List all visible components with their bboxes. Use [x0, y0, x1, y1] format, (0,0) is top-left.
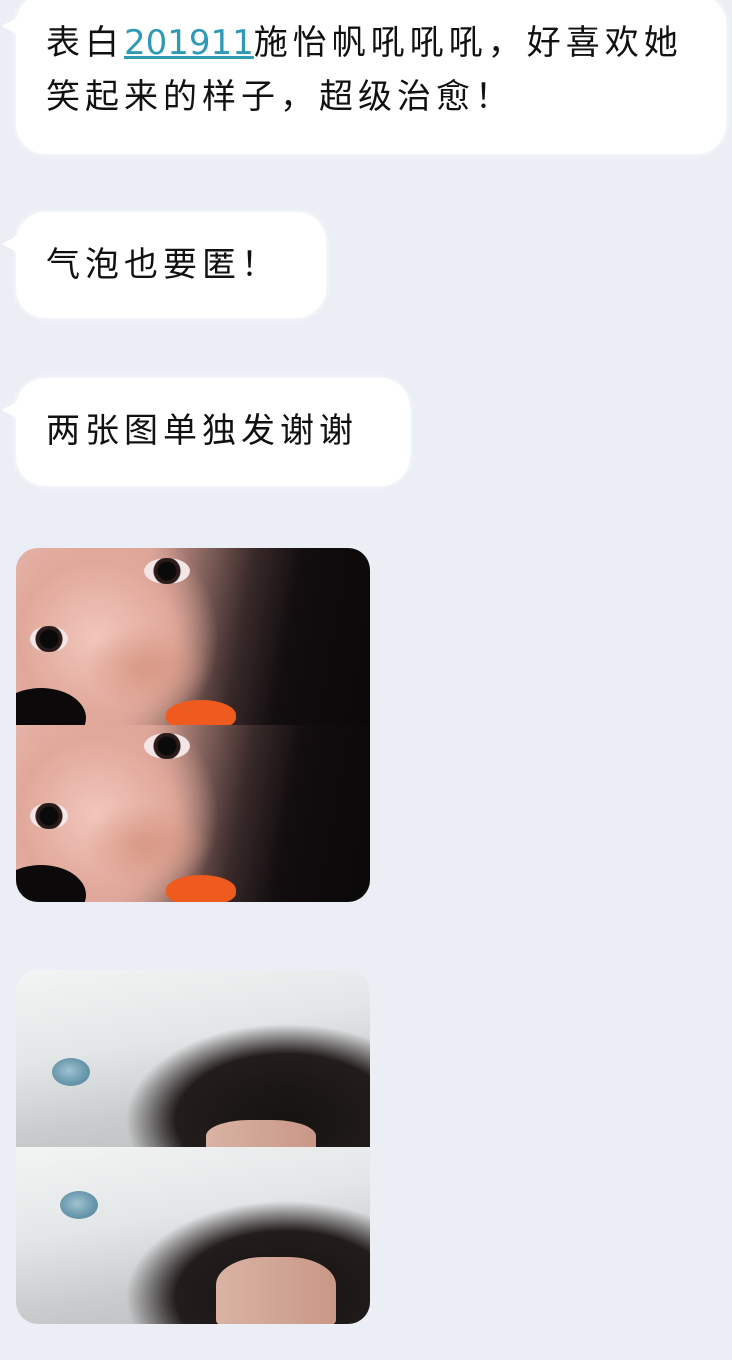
eye-shape	[144, 558, 190, 584]
photo-image	[16, 970, 370, 1147]
message-bubble[interactable]: 气泡也要匿！	[2, 212, 326, 318]
message-text-prefix: 表白	[46, 23, 124, 63]
lips-shape	[166, 700, 236, 725]
image-message-selfie[interactable]	[16, 548, 370, 902]
message-text: 气泡也要匿！	[46, 245, 280, 285]
face-shape	[216, 1257, 336, 1324]
message-link[interactable]: 201911	[124, 23, 254, 63]
knob-shape	[60, 1191, 98, 1219]
eye-shape	[30, 803, 68, 829]
message-bubble[interactable]: 两张图单独发谢谢	[2, 378, 410, 486]
eye-shape	[30, 626, 68, 652]
knob-shape	[52, 1058, 90, 1086]
photo-image	[16, 548, 370, 725]
image-message-bathroom[interactable]	[16, 970, 370, 1324]
photo-image	[16, 1147, 370, 1324]
photo-image	[16, 725, 370, 902]
message-bubble[interactable]: 表白201911施怡帆吼吼吼，好喜欢她笑起来的样子，超级治愈！	[2, 0, 726, 154]
face-shape	[206, 1120, 316, 1147]
hair-shape	[16, 865, 86, 902]
hair-shape	[16, 688, 86, 725]
message-text: 两张图单独发谢谢	[46, 411, 358, 451]
eye-shape	[144, 733, 190, 759]
lips-shape	[166, 875, 236, 902]
chat-window: 表白201911施怡帆吼吼吼，好喜欢她笑起来的样子，超级治愈！ 气泡也要匿！ 两…	[0, 0, 732, 1360]
